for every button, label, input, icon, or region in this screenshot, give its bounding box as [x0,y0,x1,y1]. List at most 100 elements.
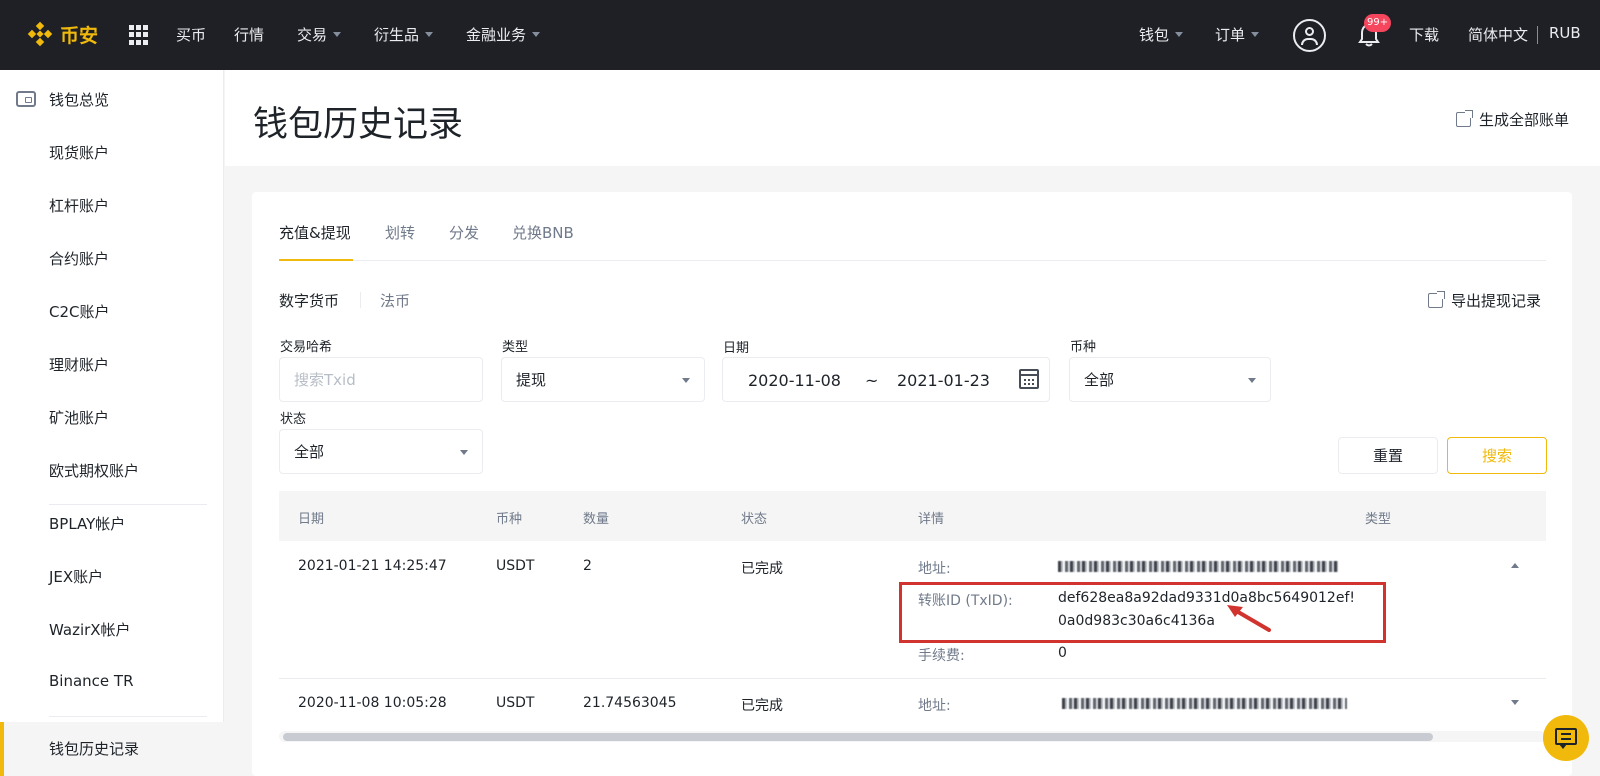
notification-badge: 99+ [1364,14,1392,32]
support-chat-button[interactable] [1543,715,1589,761]
nav-item-label: 简体中文 [1468,26,1529,44]
col-status: 状态 [741,512,768,527]
row1-status: 已完成 [741,561,783,577]
nav-item-label: 下载 [1409,26,1440,44]
sidebar-item-binance-tr[interactable]: Binance TR [49,672,134,690]
date-from[interactable]: 2020-11-08 [748,371,841,390]
search-button[interactable]: 搜索 [1447,437,1547,474]
sidebar-item-options[interactable]: 欧式期权账户 [49,460,139,481]
apps-grid-icon[interactable] [129,25,149,45]
subtab-divider [360,292,361,308]
nav-language[interactable]: 简体中文 [1468,24,1528,45]
active-tab-indicator [279,259,353,261]
sidebar-item-futures[interactable]: 合约账户 [49,248,109,269]
row1-fee-label: 手续费: [918,648,965,664]
col-date: 日期 [298,512,325,527]
sidebar: 钱包总览 现货账户 杠杆账户 合约账户 C2C账户 理财账户 矿池账户 欧式期权… [0,70,224,776]
row2-address-redacted [1062,698,1347,709]
nav-download[interactable]: 下载 [1409,24,1439,45]
coin-select[interactable]: 全部 [1069,357,1271,402]
generate-all-bills-button[interactable]: 生成全部账单 [1456,109,1569,130]
nav-derivatives[interactable]: 衍生品 [374,24,434,45]
row1-address-redacted [1058,561,1338,572]
sidebar-separator [49,504,207,505]
date-separator: ~ [865,371,879,390]
expand-row-icon[interactable] [1511,700,1519,705]
row2-amount: 21.74563045 [583,695,677,711]
nav-currency[interactable]: RUB [1549,24,1581,42]
nav-item-label: 衍生品 [374,26,420,44]
type-label: 类型 [502,340,529,355]
txhash-placeholder: 搜索Txid [294,371,356,389]
type-select[interactable]: 提现 [501,357,705,402]
row2-status: 已完成 [741,698,783,714]
sidebar-item-spot[interactable]: 现货账户 [49,142,109,163]
caret-down-icon [425,32,434,37]
caret-down-icon [1248,378,1256,383]
wallet-icon [16,91,36,107]
sidebar-item-earn[interactable]: 理财账户 [49,354,109,375]
sidebar-item-margin[interactable]: 杠杆账户 [49,195,109,216]
row-divider [279,678,1546,679]
caret-down-icon [460,450,468,455]
user-account-icon[interactable] [1293,19,1326,52]
col-details: 详情 [918,512,945,527]
caret-down-icon [532,32,541,37]
status-label: 状态 [280,412,307,427]
row2-address-label: 地址: [918,698,951,714]
calendar-icon[interactable] [1019,369,1039,389]
sidebar-item-bplay[interactable]: BPLAY帐户 [49,513,125,534]
nav-item-label: 订单 [1215,26,1246,44]
col-coin: 币种 [496,512,523,527]
nav-buy-crypto[interactable]: 买币 [176,24,206,45]
sidebar-item-pool[interactable]: 矿池账户 [49,407,109,428]
tab-transfer[interactable]: 划转 [385,222,415,243]
txid-highlight-box [899,582,1386,643]
row1-address-label: 地址: [918,561,951,577]
coin-label: 币种 [1070,340,1097,355]
txhash-input[interactable]: 搜索Txid [279,357,483,402]
date-to[interactable]: 2021-01-23 [897,371,990,390]
collapse-row-icon[interactable] [1511,563,1519,568]
row1-coin: USDT [496,558,535,574]
chat-icon [1555,728,1577,745]
subtab-crypto[interactable]: 数字货币 [279,290,339,311]
nav-trade[interactable]: 交易 [297,24,342,45]
nav-item-label: 行情 [234,26,265,44]
generate-bill-label: 生成全部账单 [1479,111,1570,129]
col-type: 类型 [1365,512,1392,527]
nav-orders[interactable]: 订单 [1215,24,1260,45]
export-withdraw-records-button[interactable]: 导出提现记录 [1428,290,1541,311]
sidebar-item-jex[interactable]: JEX账户 [49,566,103,587]
tab-distribution[interactable]: 分发 [449,222,479,243]
binance-logo[interactable]: 币安 [26,20,98,48]
reset-button[interactable]: 重置 [1338,437,1438,474]
nav-finance[interactable]: 金融业务 [466,24,541,45]
nav-markets[interactable]: 行情 [234,24,264,45]
tab-deposit-withdraw[interactable]: 充值&提现 [279,222,351,243]
table-header [279,491,1546,541]
export-icon [1428,291,1445,308]
coin-select-value: 全部 [1084,371,1115,389]
sidebar-item-wazirx[interactable]: WazirX帐户 [49,619,131,640]
nav-item-label: 金融业务 [466,26,527,44]
type-select-value: 提现 [516,371,547,389]
sidebar-item-c2c[interactable]: C2C账户 [49,301,110,322]
nav-wallet[interactable]: 钱包 [1139,24,1184,45]
row1-amount: 2 [583,558,592,574]
scrollbar-thumb[interactable] [283,733,1433,741]
row2-coin: USDT [496,695,535,711]
status-select[interactable]: 全部 [279,429,483,474]
logo-text: 币安 [60,24,99,47]
top-nav: 币安 买币 行情 交易 衍生品 金融业务 钱包 订单 99+ 下载 简体中文 R… [0,0,1600,70]
nav-item-label: RUB [1549,24,1581,42]
date-range-picker[interactable]: 2020-11-08 ~ 2021-01-23 [722,357,1050,402]
sidebar-item-wallet-overview[interactable]: 钱包总览 [49,89,109,110]
sidebar-active-indicator [0,722,4,776]
subtab-fiat[interactable]: 法币 [380,290,410,311]
status-select-value: 全部 [294,443,325,461]
caret-down-icon [682,378,690,383]
sidebar-item-wallet-history[interactable]: 钱包历史记录 [49,738,139,759]
tab-convert-bnb[interactable]: 兑换BNB [512,222,574,243]
row2-date: 2020-11-08 10:05:28 [298,695,447,711]
